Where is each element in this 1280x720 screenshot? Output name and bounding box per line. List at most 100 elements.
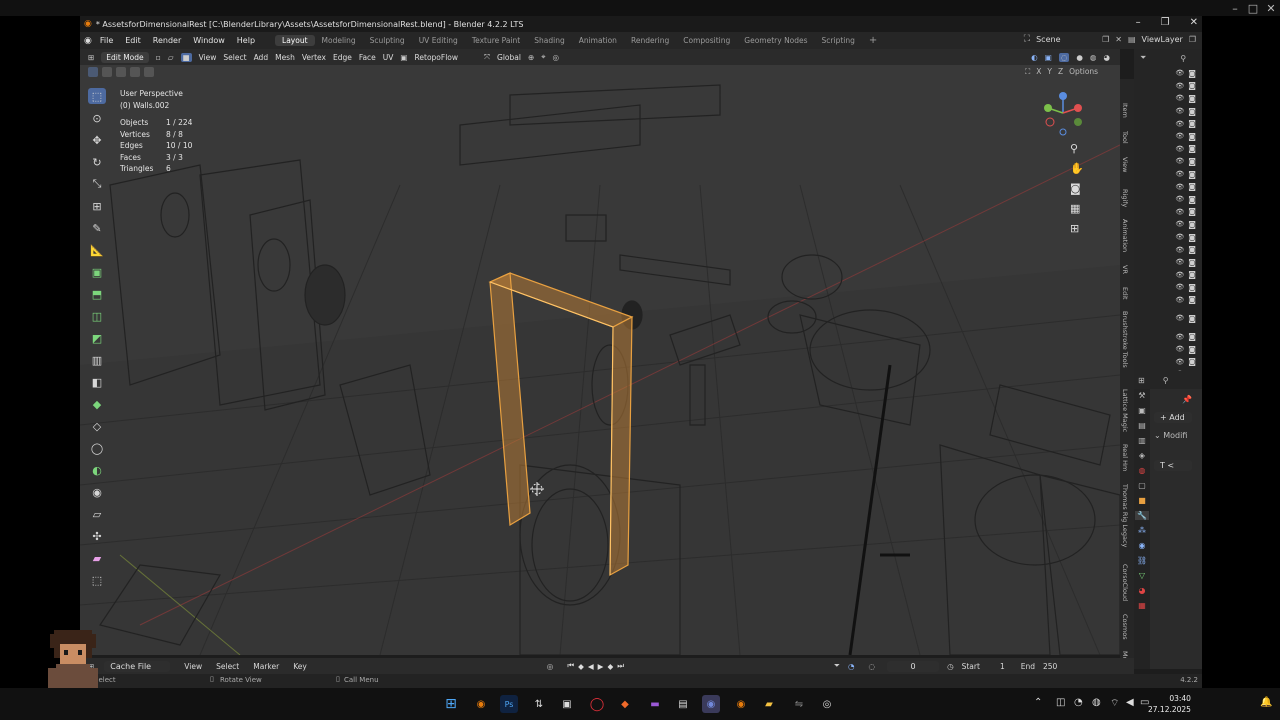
add-workspace-icon[interactable]: +: [862, 34, 884, 47]
maximize-icon[interactable]: □: [1244, 2, 1262, 15]
eye-icon[interactable]: 👁: [1175, 296, 1184, 304]
tab-shading[interactable]: Shading: [527, 35, 571, 46]
camera-icon[interactable]: ◙: [1188, 195, 1196, 204]
editor-type-icon[interactable]: ⊞: [88, 53, 94, 62]
3d-viewport[interactable]: [80, 65, 1120, 655]
eye-icon[interactable]: 👁: [1175, 283, 1184, 291]
play-icon[interactable]: ▶: [598, 662, 604, 671]
select-new-icon[interactable]: [88, 67, 98, 77]
orientation-select[interactable]: Global: [497, 53, 521, 62]
material-props-icon[interactable]: ◕: [1139, 586, 1146, 595]
discord-icon[interactable]: ◉: [702, 695, 720, 713]
eye-icon[interactable]: 👁: [1175, 246, 1184, 254]
timeline-menu-marker[interactable]: Marker: [253, 662, 279, 671]
eye-icon[interactable]: 👁: [1175, 258, 1184, 266]
outliner-row[interactable]: 👁◙: [1134, 180, 1202, 193]
navigation-gizmo[interactable]: [1038, 88, 1088, 138]
app-icon[interactable]: ⇋: [790, 695, 808, 713]
collection-view-icon[interactable]: ⊞: [1070, 222, 1084, 235]
eye-icon[interactable]: 👁: [1175, 120, 1184, 128]
bevel-tool-icon[interactable]: ◩: [88, 330, 106, 346]
menu-select[interactable]: Select: [223, 53, 246, 62]
face-select-icon[interactable]: ■: [180, 52, 192, 62]
outliner-row[interactable]: 👁◙: [1134, 243, 1202, 256]
photoshop-icon[interactable]: Ps: [500, 695, 518, 713]
eye-icon[interactable]: 👁: [1175, 170, 1184, 178]
tab-uv-editing[interactable]: UV Editing: [412, 35, 465, 46]
opera-icon[interactable]: ◯: [588, 695, 606, 713]
eye-icon[interactable]: 👁: [1175, 132, 1184, 140]
tray-app-icon[interactable]: ◔: [1074, 697, 1083, 708]
data-props-icon[interactable]: ▽: [1139, 571, 1145, 580]
camera-icon[interactable]: ◙: [1188, 283, 1196, 292]
world-props-icon[interactable]: ◍: [1139, 466, 1146, 475]
modifier-section[interactable]: ⌄ Modifi: [1154, 431, 1192, 440]
move-tool-icon[interactable]: ✥: [88, 132, 106, 148]
camera-icon[interactable]: ◙: [1188, 119, 1196, 128]
pin-icon[interactable]: 📌: [1182, 395, 1192, 404]
rotate-tool-icon[interactable]: ↻: [88, 154, 106, 170]
playback-filter-icon[interactable]: ⏷: [834, 661, 840, 671]
menu-face[interactable]: Face: [359, 53, 376, 62]
shading-material-icon[interactable]: ◍: [1090, 53, 1097, 62]
sidebar-tab-vr[interactable]: VR: [1121, 265, 1129, 274]
auto-key-icon[interactable]: ◌: [869, 662, 876, 671]
menu-edit[interactable]: Edit: [119, 36, 147, 45]
shear-tool-icon[interactable]: ▱: [88, 506, 106, 522]
eye-icon[interactable]: 👁: [1175, 82, 1184, 90]
menu-help[interactable]: Help: [231, 36, 261, 45]
tray-app-icon[interactable]: ◫: [1056, 697, 1065, 708]
constraints-props-icon[interactable]: ⛓: [1137, 556, 1147, 565]
viewlayer-name[interactable]: ViewLayer: [1142, 35, 1183, 44]
rip-tool-icon[interactable]: ✣: [88, 528, 106, 544]
eye-icon[interactable]: 👁: [1175, 94, 1184, 102]
transform-tool-icon[interactable]: ⊞: [88, 198, 106, 214]
outliner-row[interactable]: 👁◙: [1134, 269, 1202, 282]
blender-menu-icon[interactable]: ◉: [84, 36, 92, 46]
camera-icon[interactable]: ◙: [1188, 233, 1196, 242]
jump-start-icon[interactable]: ⏮: [567, 661, 574, 671]
poly-build-tool-icon[interactable]: ◆: [88, 396, 106, 412]
obs-icon[interactable]: ◎: [818, 695, 836, 713]
tray-chevron-icon[interactable]: ⌃: [1034, 697, 1042, 708]
eye-icon[interactable]: 👁: [1175, 69, 1184, 77]
tab-layout[interactable]: Layout: [275, 35, 315, 46]
outliner-row[interactable]: 👁◙: [1134, 155, 1202, 168]
timeline-menu-select[interactable]: Select: [216, 662, 239, 671]
measure-tool-icon[interactable]: 📐: [88, 242, 106, 258]
particles-props-icon[interactable]: ⁂: [1138, 526, 1146, 535]
tab-sculpting[interactable]: Sculpting: [363, 35, 412, 46]
axis-x-toggle[interactable]: X: [1036, 67, 1041, 77]
sidebar-tab-rigify[interactable]: Rigify: [1121, 189, 1129, 207]
outliner-row[interactable]: 👁◙: [1134, 294, 1202, 307]
overlay-icon[interactable]: ◐: [1031, 53, 1038, 62]
timeline-menu-view[interactable]: View: [184, 662, 202, 671]
camera-icon[interactable]: ◙: [1188, 314, 1196, 323]
camera-icon[interactable]: ◙: [1188, 270, 1196, 279]
sidebar-tab-animation[interactable]: Animation: [1121, 219, 1129, 252]
file-explorer-icon[interactable]: ▰: [760, 695, 778, 713]
current-frame-field[interactable]: 0: [887, 660, 940, 672]
tab-scripting[interactable]: Scripting: [815, 35, 862, 46]
tab-modeling[interactable]: Modeling: [315, 35, 363, 46]
sidebar-tab-item[interactable]: Item: [1121, 103, 1129, 118]
knife-tool-icon[interactable]: ◧: [88, 374, 106, 390]
scene-delete-icon[interactable]: ✕: [1115, 35, 1122, 44]
minimize-icon[interactable]: –: [1226, 2, 1244, 15]
outliner-row[interactable]: 👁◙: [1134, 117, 1202, 130]
texture-props-icon[interactable]: ▦: [1138, 601, 1146, 610]
blender-taskbar-icon-2[interactable]: ◉: [732, 695, 750, 713]
start-menu-icon[interactable]: ⊞: [442, 695, 460, 713]
camera-icon[interactable]: ◙: [1188, 245, 1196, 254]
menu-vertex[interactable]: Vertex: [302, 53, 326, 62]
tool-props-icon[interactable]: ⚒: [1138, 391, 1145, 400]
shading-rendered-icon[interactable]: ◕: [1103, 53, 1110, 62]
menu-add[interactable]: Add: [254, 53, 269, 62]
eye-icon[interactable]: 👁: [1175, 345, 1184, 353]
system-clock[interactable]: 03:40 27.12.2025: [1148, 693, 1191, 715]
menu-uv[interactable]: UV: [383, 53, 394, 62]
sidebar-tab-thomas-rig[interactable]: Thomas Rig Legacy: [1121, 484, 1129, 547]
sidebar-tab-view[interactable]: View: [1121, 157, 1129, 172]
sidebar-tab-edit[interactable]: Edit: [1121, 287, 1129, 300]
perspective-toggle-icon[interactable]: ▦: [1070, 202, 1084, 215]
